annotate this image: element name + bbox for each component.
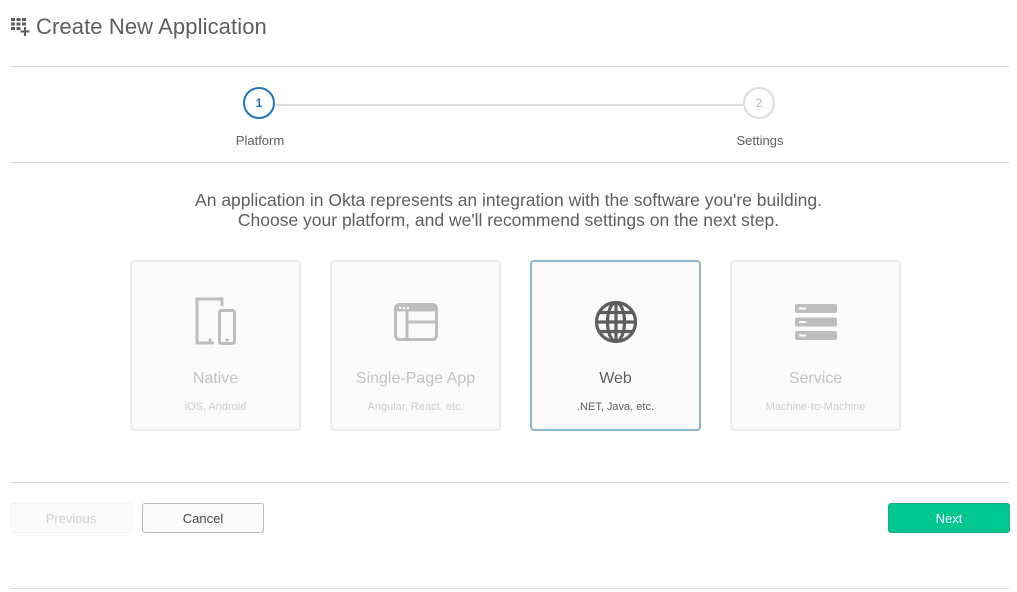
platform-title: Service xyxy=(788,370,843,387)
intro-line-1: An application in Okta represents an int… xyxy=(195,190,822,210)
globe-icon xyxy=(591,296,641,348)
wizard-stepper: 1 2 Platform Settings xyxy=(0,84,1017,154)
step-2-indicator: 2 xyxy=(743,87,775,119)
platform-subtitle: .NET, Java, etc. xyxy=(576,401,655,413)
platform-subtitle: iOS, Android xyxy=(184,401,247,413)
platform-title: Single-Page App xyxy=(355,370,476,387)
step-1-label: Platform xyxy=(235,133,285,148)
stepper-connector xyxy=(276,104,743,106)
platform-title: Native xyxy=(192,370,239,387)
platform-card-native[interactable]: Native iOS, Android xyxy=(130,260,301,431)
stepper-divider xyxy=(10,162,1009,163)
platform-card-single-page-app[interactable]: Single-Page App Angular, React, etc. xyxy=(330,260,501,431)
platform-card-service[interactable]: Service Machine-to-Machine xyxy=(730,260,901,431)
cancel-button[interactable]: Cancel xyxy=(142,503,264,533)
page-header: Create New Application xyxy=(10,12,267,42)
page-title: Create New Application xyxy=(36,14,267,39)
step-2-number: 2 xyxy=(755,96,763,110)
grid-plus-icon xyxy=(11,18,30,36)
intro-text: An application in Okta represents an int… xyxy=(0,190,1017,230)
next-button[interactable]: Next xyxy=(888,503,1010,533)
step-1-number: 1 xyxy=(255,96,263,110)
previous-button[interactable]: Previous xyxy=(10,503,132,533)
browser-window-icon xyxy=(391,296,441,348)
bottom-divider xyxy=(10,588,1009,589)
platform-title: Web xyxy=(599,370,632,387)
footer-divider xyxy=(10,482,1009,483)
platform-subtitle: Machine-to-Machine xyxy=(765,401,866,413)
server-icon xyxy=(791,296,841,348)
step-2-label: Settings xyxy=(736,133,784,148)
intro-line-2: Choose your platform, and we'll recommen… xyxy=(237,210,780,230)
mobile-devices-icon xyxy=(191,296,241,348)
header-divider xyxy=(10,66,1009,67)
platform-card-web[interactable]: Web .NET, Java, etc. xyxy=(530,260,701,431)
platform-subtitle: Angular, React, etc. xyxy=(367,401,464,413)
step-1-indicator: 1 xyxy=(243,87,275,119)
